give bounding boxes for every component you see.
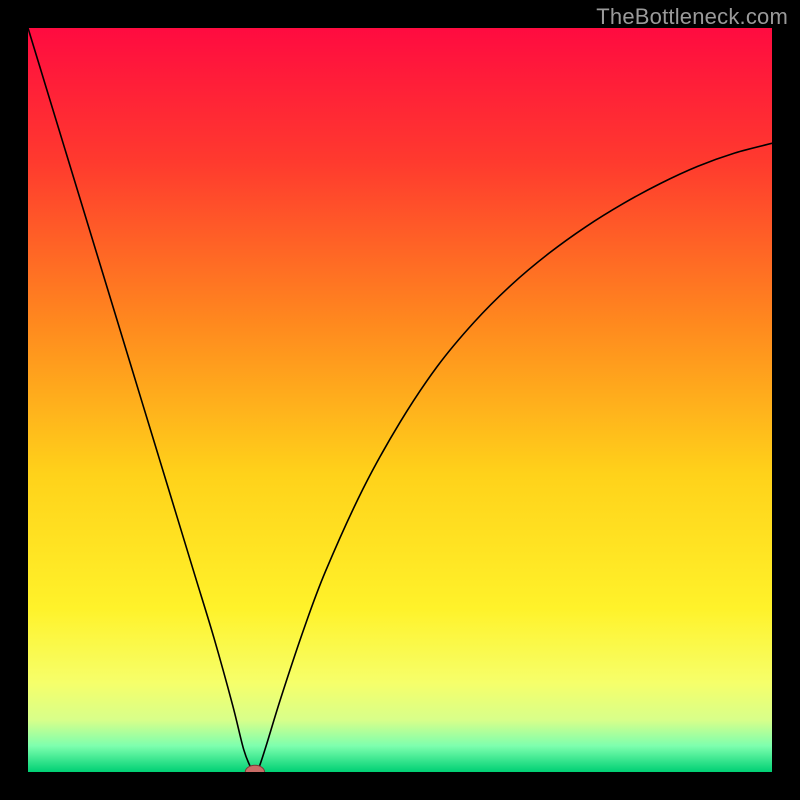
plot-area <box>28 28 772 772</box>
chart-canvas <box>28 28 772 772</box>
watermark-text: TheBottleneck.com <box>596 4 788 30</box>
chart-frame: TheBottleneck.com <box>0 0 800 800</box>
gradient-background <box>28 28 772 772</box>
